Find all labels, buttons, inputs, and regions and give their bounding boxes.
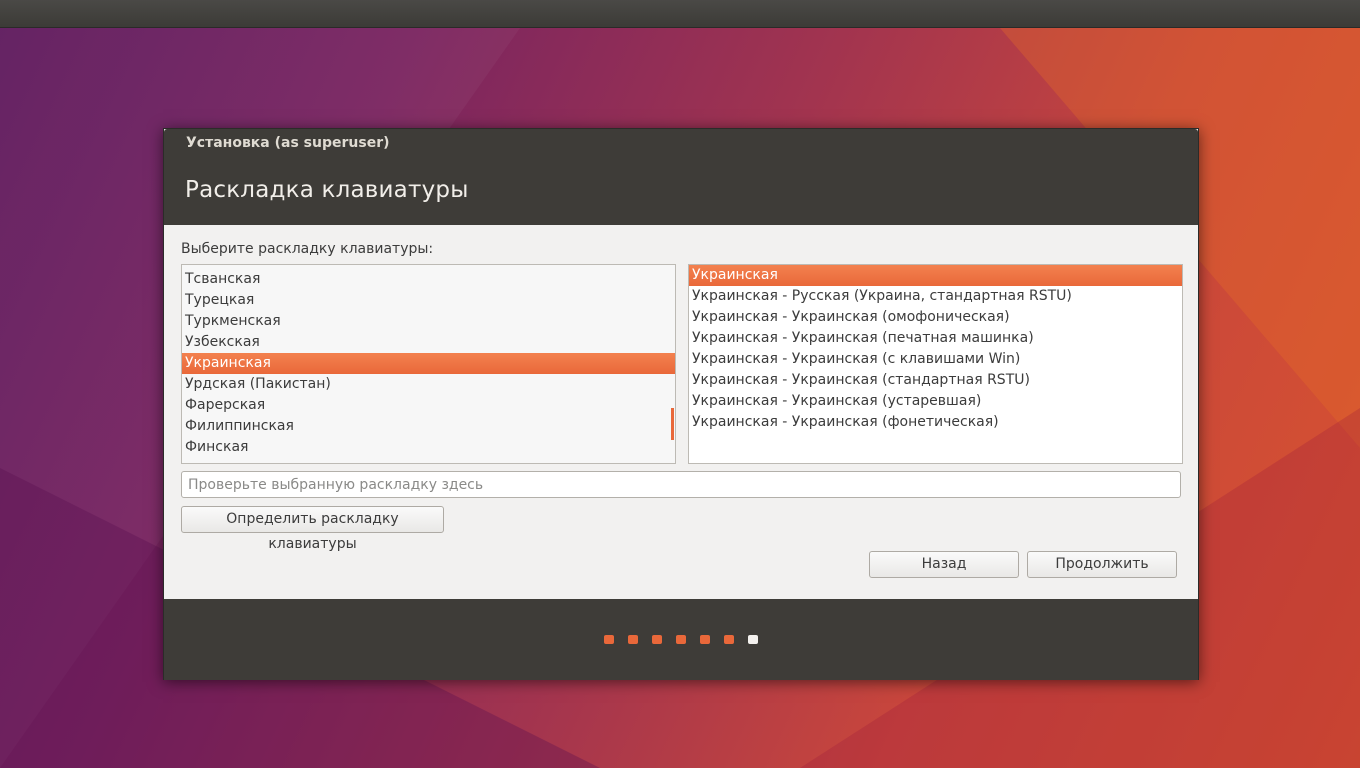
progress-dot [676,635,686,644]
installer-window: Установка (as superuser) Раскладка клави… [163,128,1199,680]
list-item[interactable]: Турецкая [182,290,675,311]
progress-dot [724,635,734,644]
list-item[interactable]: Филиппинская [182,416,675,437]
list-item[interactable]: Тсванская [182,269,675,290]
list-item[interactable]: Узбекская [182,332,675,353]
layout-test-input[interactable] [181,471,1181,498]
back-button[interactable]: Назад [869,551,1019,578]
progress-dot [628,635,638,644]
variant-list-rows: Украинская Украинская - Русская (Украина,… [689,265,1182,433]
detect-layout-button[interactable]: Определить раскладку клавиатуры [181,506,444,552]
window-footer [164,599,1198,680]
layout-list-scrollbar[interactable] [671,408,674,440]
layout-list[interactable]: Тсванская Турецкая Туркменская Узбекская Укр… [181,264,676,464]
window-title: Установка (as superuser) [186,135,390,151]
list-item[interactable]: Украинская - Русская (Украина, стандартн… [689,286,1182,307]
list-item[interactable]: Финская [182,437,675,458]
layout-prompt-label: Выберите раскладку клавиатуры: [181,241,434,257]
list-item[interactable]: Украинская [182,353,675,374]
progress-dot-current [748,635,758,644]
page-title: Раскладка клавиатуры [185,177,469,203]
top-panel [0,0,1360,28]
progress-dot [652,635,662,644]
list-item[interactable]: Украинская - Украинская (печатная машинк… [689,328,1182,349]
list-item[interactable]: Туркменская [182,311,675,332]
list-item[interactable]: Украинская - Украинская (с клавишами Win… [689,349,1182,370]
variant-list[interactable]: Украинская Украинская - Русская (Украина,… [688,264,1183,464]
progress-dot [700,635,710,644]
list-item[interactable]: Фарерская [182,395,675,416]
list-item[interactable]: Украинская [689,265,1182,286]
list-item[interactable]: Украинская - Украинская (устаревшая) [689,391,1182,412]
layout-list-rows: Тсванская Турецкая Туркменская Узбекская Укр… [182,269,675,458]
continue-button[interactable]: Продолжить [1027,551,1177,578]
variant-list-empty-area [689,433,1182,463]
progress-dot [604,635,614,644]
list-item[interactable]: Украинская - Украинская (омофоническая) [689,307,1182,328]
list-item[interactable]: Урдская (Пакистан) [182,374,675,395]
window-header: Установка (as superuser) Раскладка клави… [164,129,1198,225]
progress-indicator [604,635,758,644]
list-item[interactable]: Украинская - Украинская (фонетическая) [689,412,1182,433]
list-item[interactable]: Украинская - Украинская (стандартная RST… [689,370,1182,391]
